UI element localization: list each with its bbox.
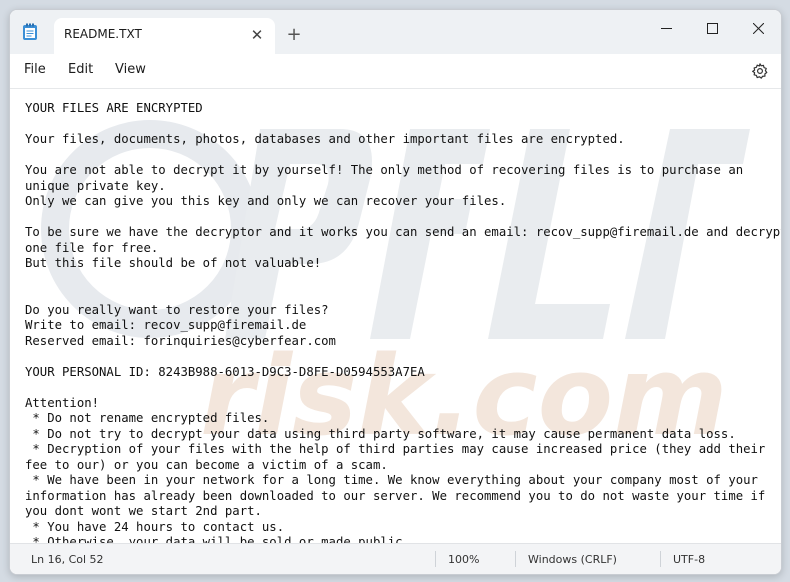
menu-view[interactable]: View: [115, 62, 146, 77]
notepad-window: README.TXT ✕ + File Edit View risk.com Y…: [9, 9, 782, 575]
tab-title: README.TXT: [64, 27, 142, 41]
encoding[interactable]: UTF-8: [673, 553, 705, 566]
menu-file[interactable]: File: [24, 62, 46, 77]
gear-icon[interactable]: [751, 62, 769, 80]
menu-bar: File Edit View: [10, 54, 781, 89]
divider: [435, 551, 436, 567]
minimize-icon: [660, 27, 672, 29]
divider: [660, 551, 661, 567]
zoom-level[interactable]: 100%: [448, 553, 479, 566]
divider: [515, 551, 516, 567]
maximize-icon: [706, 22, 718, 34]
menu-edit[interactable]: Edit: [68, 62, 93, 77]
document-text: YOUR FILES ARE ENCRYPTED Your files, doc…: [25, 101, 781, 544]
text-editor[interactable]: risk.com YOUR FILES ARE ENCRYPTED Your f…: [10, 89, 781, 544]
new-tab-button[interactable]: +: [282, 24, 306, 48]
close-icon: [752, 22, 764, 34]
cursor-position: Ln 16, Col 52: [31, 553, 104, 566]
status-bar: Ln 16, Col 52 100% Windows (CRLF) UTF-8: [10, 543, 781, 574]
minimize-button[interactable]: [643, 10, 689, 46]
notepad-icon: [23, 23, 37, 40]
title-bar: README.TXT ✕ +: [10, 10, 781, 54]
close-tab-icon[interactable]: ✕: [247, 25, 267, 45]
maximize-button[interactable]: [689, 10, 735, 46]
close-window-button[interactable]: [735, 10, 781, 46]
line-ending[interactable]: Windows (CRLF): [528, 553, 617, 566]
tab-readme[interactable]: README.TXT ✕: [54, 18, 275, 54]
